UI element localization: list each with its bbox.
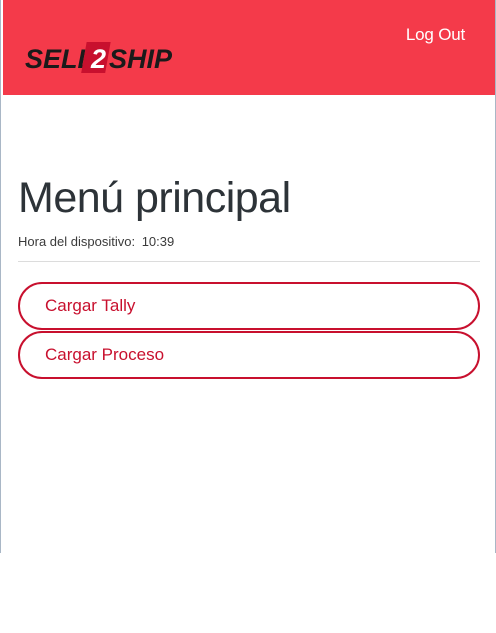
logout-link[interactable]: Log Out [406, 25, 465, 45]
svg-text:SHIP: SHIP [109, 44, 173, 74]
cargar-proceso-label: Cargar Proceso [45, 345, 165, 364]
device-time-value: 10:39 [141, 234, 175, 249]
page-title: Menú principal [18, 174, 291, 222]
device-time: Hora del dispositivo: 10:39 [18, 234, 174, 249]
app-frame: SELL 2 SHIP Log Out Menú principal Hora … [0, 0, 496, 553]
device-time-label: Hora del dispositivo: [18, 234, 136, 249]
top-header: SELL 2 SHIP Log Out [3, 0, 495, 95]
cargar-proceso-button[interactable]: Cargar Proceso [18, 331, 480, 379]
cargar-tally-label: Cargar Tally [45, 296, 136, 315]
divider [18, 261, 480, 262]
svg-text:2: 2 [90, 44, 106, 74]
sell2ship-logo: SELL 2 SHIP [25, 42, 173, 74]
cargar-tally-button[interactable]: Cargar Tally [18, 282, 480, 330]
